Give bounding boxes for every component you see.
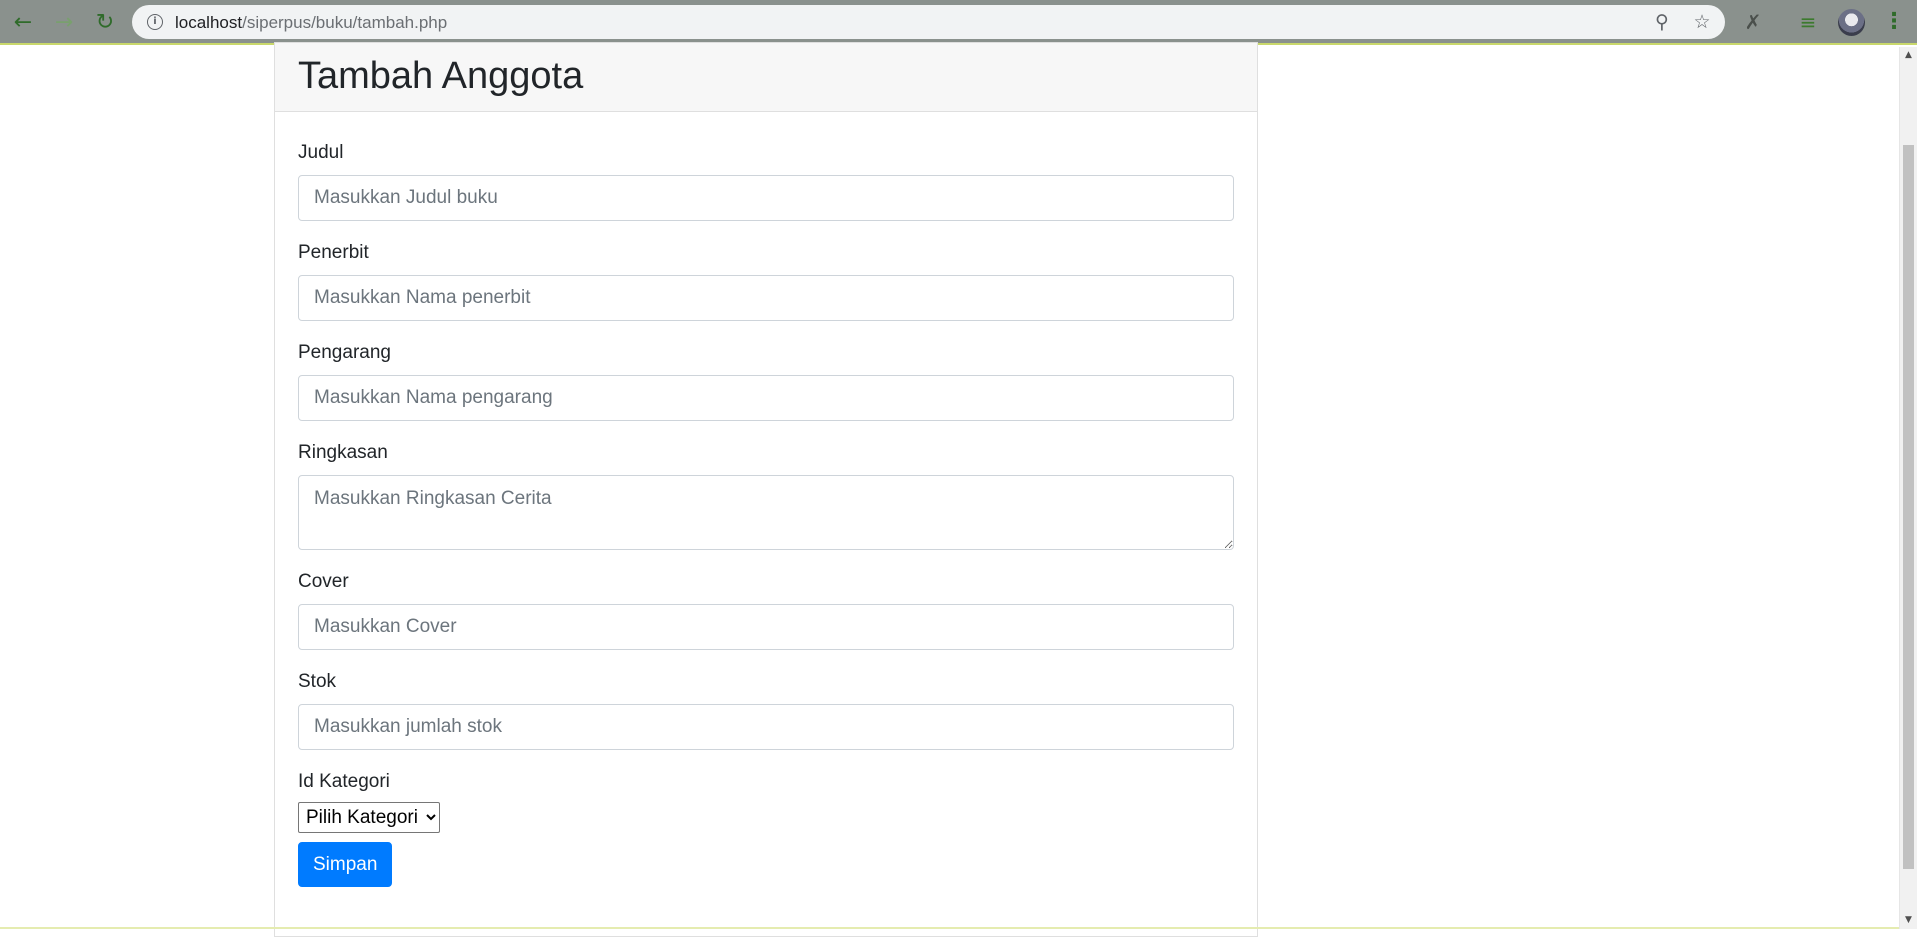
info-icon[interactable]: i [147,14,163,30]
scrollbar-thumb[interactable] [1903,145,1914,869]
ringkasan-group: Ringkasan [298,442,1234,550]
form-card: Tambah Anggota Judul Penerbit Pengarang … [274,42,1258,937]
pengarang-input[interactable] [298,375,1234,421]
url-path: /siperpus/buku/tambah.php [242,13,448,32]
zoom-icon[interactable]: ⚲ [1650,11,1674,33]
cover-label: Cover [298,571,349,592]
penerbit-input[interactable] [298,275,1234,321]
stok-label: Stok [298,671,337,692]
kategori-group: Id Kategori Pilih Kategori [298,771,1234,833]
url-host: localhost [175,13,243,32]
pengarang-label: Pengarang [298,342,391,363]
browser-toolbar: ← → ↻ i localhost/siperpus/buku/tambah.p… [0,0,1917,45]
url-text[interactable]: localhost/siperpus/buku/tambah.php [175,13,447,33]
vertical-scrollbar[interactable]: ▲ ▼ [1899,47,1917,929]
penerbit-group: Penerbit [298,242,1234,321]
card-body: Judul Penerbit Pengarang Ringkasan Cover [275,112,1257,887]
ringkasan-label: Ringkasan [298,442,388,463]
scroll-down-arrow-icon[interactable]: ▼ [1900,912,1917,929]
cover-group: Cover [298,571,1234,650]
scroll-up-arrow-icon[interactable]: ▲ [1900,47,1917,64]
cover-input[interactable] [298,604,1234,650]
page-viewport: Tambah Anggota Judul Penerbit Pengarang … [0,42,1899,937]
bookmark-star-icon[interactable]: ☆ [1690,11,1714,33]
kategori-label: Id Kategori [298,771,390,792]
ringkasan-textarea[interactable] [298,475,1234,550]
address-bar[interactable]: i localhost/siperpus/buku/tambah.php ⚲ ☆ [132,5,1725,39]
playlist-icon[interactable]: ≡ [1796,10,1820,34]
stok-group: Stok [298,671,1234,750]
forward-arrow-icon[interactable]: → [51,9,77,35]
card-header: Tambah Anggota [275,43,1257,112]
judul-input[interactable] [298,175,1234,221]
simpan-button[interactable]: Simpan [298,842,393,887]
extension-x-icon[interactable]: ✗ [1741,10,1765,34]
back-arrow-icon[interactable]: ← [10,9,36,35]
kategori-select-wrap: Pilih Kategori [298,802,1234,833]
profile-avatar[interactable] [1838,9,1865,36]
judul-label: Judul [298,142,344,163]
page-title: Tambah Anggota [298,55,584,97]
reload-icon[interactable]: ↻ [92,9,118,35]
penerbit-label: Penerbit [298,242,369,263]
menu-dots-icon[interactable]: ⋮ [1883,9,1905,35]
judul-group: Judul [298,142,1234,221]
kategori-select[interactable]: Pilih Kategori [298,802,440,833]
pengarang-group: Pengarang [298,342,1234,421]
stok-input[interactable] [298,704,1234,750]
